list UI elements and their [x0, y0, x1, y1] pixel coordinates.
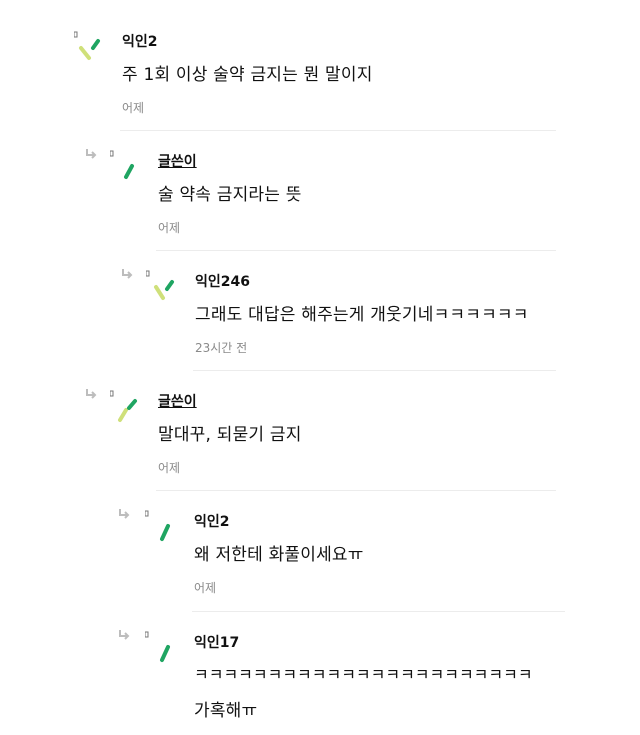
comment-item: 익인2 주 1회 이상 술약 금지는 뭔 말이지 어제 — [0, 0, 640, 125]
comment-author[interactable]: 글쓴이 — [158, 151, 197, 171]
reply-arrow-icon — [86, 389, 97, 399]
comment-item: 익인2 왜 저한테 화풀이세요ㅠ 어제 — [0, 495, 640, 605]
comment-time: 어제 — [158, 461, 181, 475]
anonymous-avatar-icon[interactable] — [146, 269, 176, 303]
reply-arrow-icon — [119, 509, 130, 519]
reply-arrow-icon — [86, 149, 97, 159]
comment-item: 익인17 ㅋㅋㅋㅋㅋㅋㅋㅋㅋㅋㅋㅋㅋㅋㅋㅋㅋㅋㅋㅋㅋㅋㅋ 가혹해ㅠ — [0, 616, 640, 735]
comment-item: 익인246 그래도 대답은 해주는게 개웃기네ㅋㅋㅋㅋㅋㅋ 23시간 전 — [0, 255, 640, 365]
comment-time: 23시간 전 — [195, 341, 248, 355]
divider — [120, 130, 556, 131]
divider — [156, 490, 556, 491]
comment-author[interactable]: 익인2 — [122, 31, 158, 51]
comment-text: 술 약속 금지라는 뜻 — [158, 185, 302, 205]
anonymous-avatar-icon[interactable] — [110, 389, 140, 423]
anonymous-avatar-icon[interactable] — [145, 509, 175, 543]
comment-time: 어제 — [122, 101, 145, 115]
comment-author[interactable]: 익인246 — [195, 271, 250, 291]
comment-time: 어제 — [194, 581, 217, 595]
reply-arrow-icon — [119, 630, 130, 640]
anonymous-avatar-icon[interactable] — [74, 30, 104, 64]
divider — [193, 370, 556, 371]
comment-text: 주 1회 이상 술약 금지는 뭔 말이지 — [122, 65, 373, 85]
comment-text: ㅋㅋㅋㅋㅋㅋㅋㅋㅋㅋㅋㅋㅋㅋㅋㅋㅋㅋㅋㅋㅋㅋㅋ — [194, 665, 533, 684]
comment-time: 어제 — [158, 221, 181, 235]
reply-arrow-icon — [122, 269, 133, 279]
comment-author[interactable]: 글쓴이 — [158, 391, 197, 411]
anonymous-avatar-icon[interactable] — [110, 149, 140, 183]
comment-text: 그래도 대답은 해주는게 개웃기네ㅋㅋㅋㅋㅋㅋ — [195, 305, 529, 325]
comment-text: 말대꾸, 되묻기 금지 — [158, 425, 302, 445]
comment-item: 글쓴이 말대꾸, 되묻기 금지 어제 — [0, 375, 640, 485]
comment-author[interactable]: 익인2 — [194, 511, 230, 531]
comment-text-line2: 가혹해ㅠ — [194, 701, 258, 721]
divider — [156, 250, 556, 251]
comment-author[interactable]: 익인17 — [194, 632, 239, 652]
comment-item: 글쓴이 술 약속 금지라는 뜻 어제 — [0, 135, 640, 245]
divider — [192, 611, 565, 612]
anonymous-avatar-icon[interactable] — [145, 630, 175, 664]
comment-text: 왜 저한테 화풀이세요ㅠ — [194, 545, 364, 565]
